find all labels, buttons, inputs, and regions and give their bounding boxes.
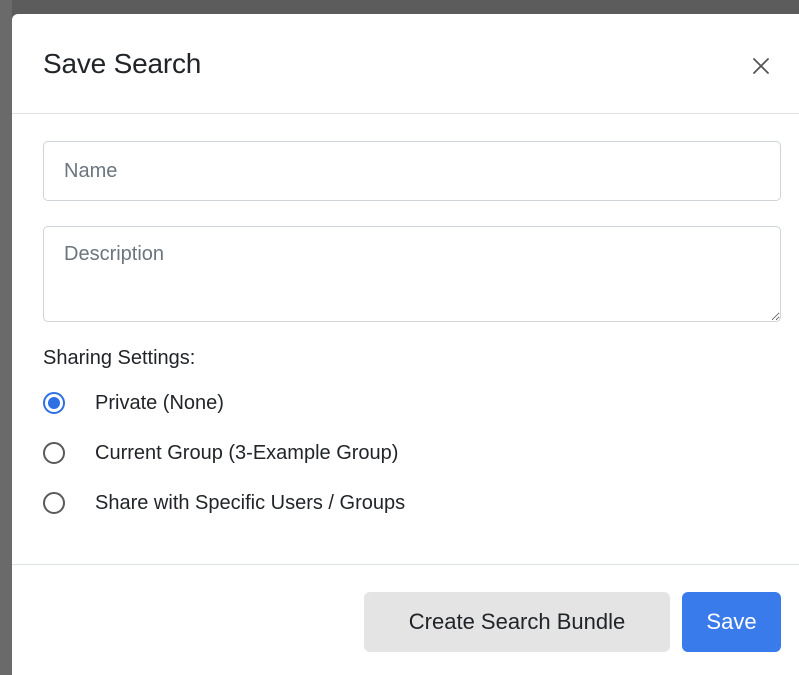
- description-textarea[interactable]: [43, 226, 781, 322]
- radio-label-current-group: Current Group (3-Example Group): [95, 441, 399, 464]
- radio-option-specific-users[interactable]: Share with Specific Users / Groups: [43, 478, 781, 528]
- modal-header: Save Search: [12, 14, 799, 114]
- save-button[interactable]: Save: [682, 592, 781, 652]
- radio-label-private: Private (None): [95, 391, 224, 414]
- radio-button-private[interactable]: [43, 392, 65, 414]
- save-search-modal: Save Search Sharing Settings: Private (N…: [12, 14, 799, 675]
- radio-option-private[interactable]: Private (None): [43, 378, 781, 428]
- close-button[interactable]: [745, 50, 777, 82]
- close-icon: [753, 58, 769, 74]
- modal-body: Sharing Settings: Private (None) Current…: [12, 114, 799, 528]
- radio-option-current-group[interactable]: Current Group (3-Example Group): [43, 428, 781, 478]
- sharing-options: Private (None) Current Group (3-Example …: [43, 378, 781, 528]
- sharing-settings-label: Sharing Settings:: [43, 347, 196, 369]
- backdrop: [0, 0, 12, 675]
- modal-title: Save Search: [43, 48, 202, 79]
- radio-button-specific-users[interactable]: [43, 492, 65, 514]
- create-search-bundle-button[interactable]: Create Search Bundle: [364, 592, 670, 652]
- radio-button-current-group[interactable]: [43, 442, 65, 464]
- name-input[interactable]: [43, 141, 781, 201]
- modal-footer: Create Search Bundle Save: [12, 564, 799, 675]
- radio-label-specific-users: Share with Specific Users / Groups: [95, 491, 406, 514]
